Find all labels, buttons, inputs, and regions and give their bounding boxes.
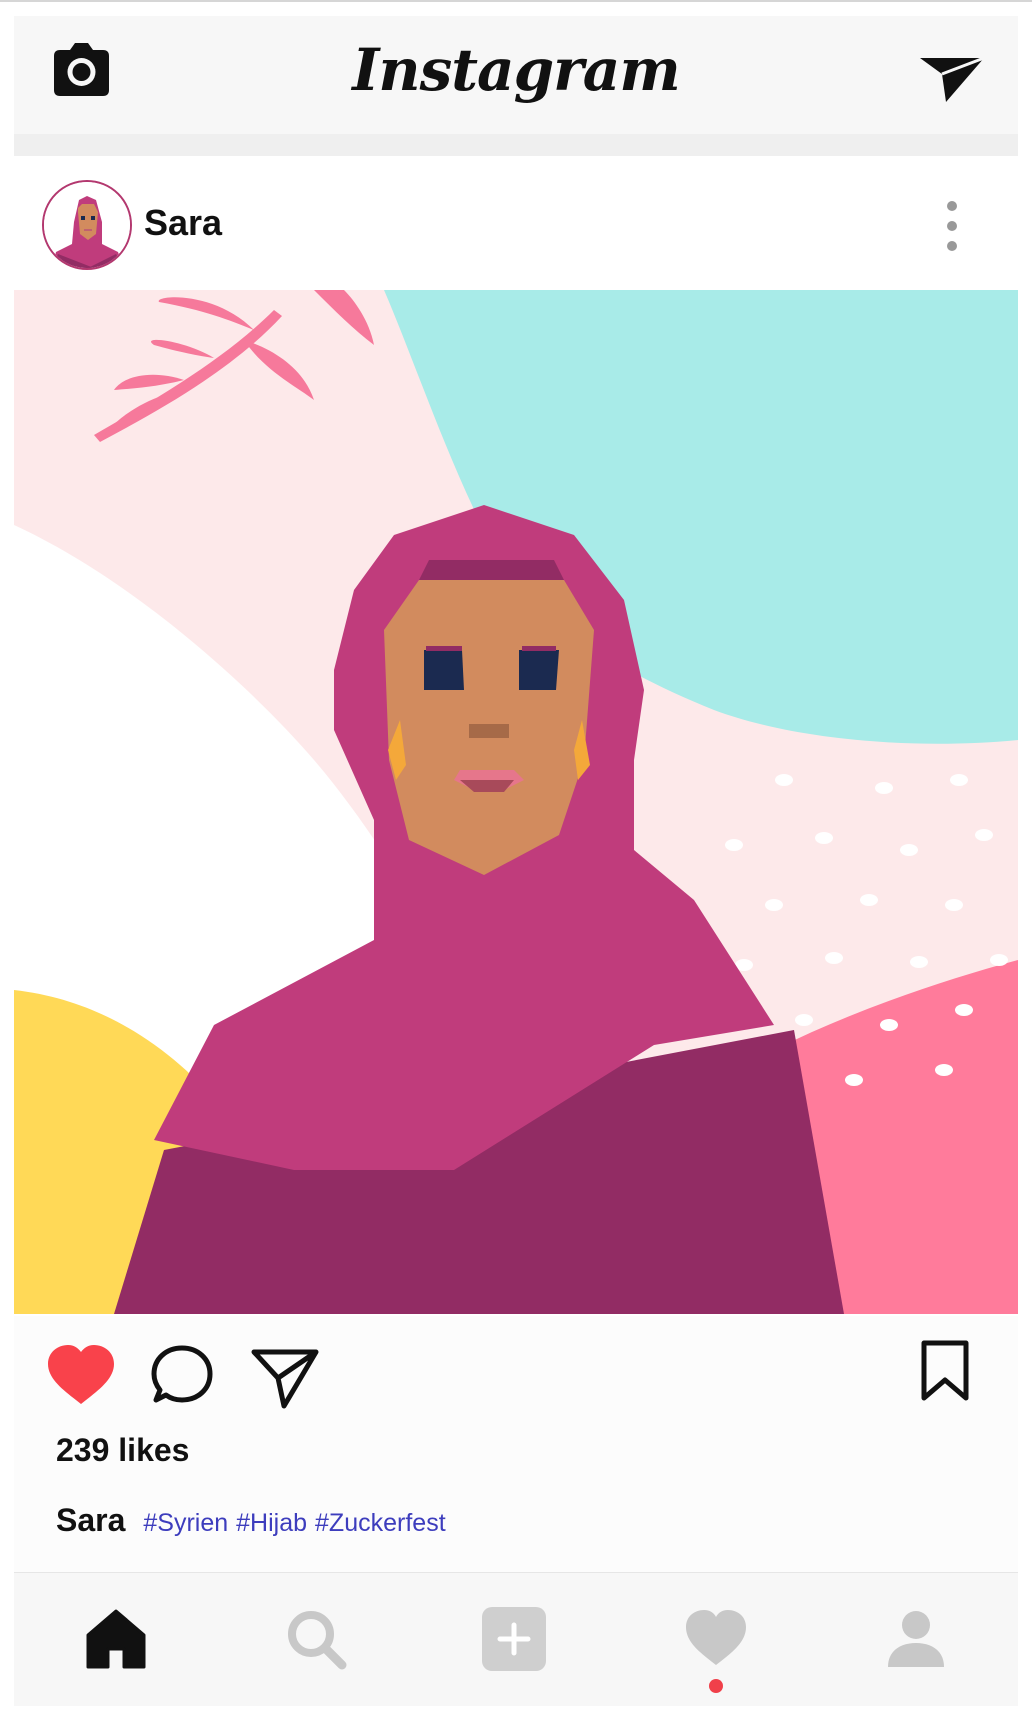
hashtag-link[interactable]: #Syrien — [143, 1509, 228, 1538]
person-icon[interactable] — [884, 1607, 948, 1671]
post-illustration — [14, 290, 1018, 1314]
caption-username[interactable]: Sara — [56, 1502, 125, 1539]
app-frame: Instagram Sara 239 likes Sara #Syrien #H… — [0, 0, 1032, 1719]
activity-heart-icon[interactable] — [684, 1607, 748, 1671]
heart-icon[interactable] — [46, 1344, 116, 1406]
post-header: Sara — [14, 158, 1018, 290]
hashtag-link[interactable]: #Zuckerfest — [315, 1509, 446, 1538]
bottom-nav — [14, 1572, 1018, 1706]
header-shadow — [14, 134, 1018, 156]
hashtag-link[interactable]: #Hijab — [236, 1509, 307, 1538]
bookmark-icon[interactable] — [920, 1340, 970, 1402]
post-caption: Sara #Syrien #Hijab #Zuckerfest — [56, 1502, 446, 1539]
top-bar: Instagram — [14, 16, 1018, 134]
share-plane-icon[interactable] — [250, 1342, 320, 1410]
plus-square-icon[interactable] — [482, 1607, 546, 1671]
likes-count[interactable]: 239 likes — [56, 1432, 189, 1469]
top-divider — [0, 0, 1032, 2]
post-actions: 239 likes Sara #Syrien #Hijab #Zuckerfes… — [14, 1316, 1018, 1572]
avatar[interactable] — [42, 180, 132, 270]
home-icon[interactable] — [84, 1607, 148, 1671]
post-image[interactable] — [14, 290, 1018, 1314]
paper-plane-icon[interactable] — [918, 38, 988, 108]
vertical-dots-icon[interactable] — [940, 198, 964, 254]
speech-bubble-icon[interactable] — [150, 1344, 214, 1408]
post-username[interactable]: Sara — [144, 202, 222, 244]
notification-dot — [709, 1679, 723, 1693]
avatar-image — [44, 182, 130, 268]
search-icon[interactable] — [284, 1607, 348, 1671]
hashtag-list: #Syrien #Hijab #Zuckerfest — [143, 1509, 445, 1538]
app-logo: Instagram — [352, 36, 680, 104]
